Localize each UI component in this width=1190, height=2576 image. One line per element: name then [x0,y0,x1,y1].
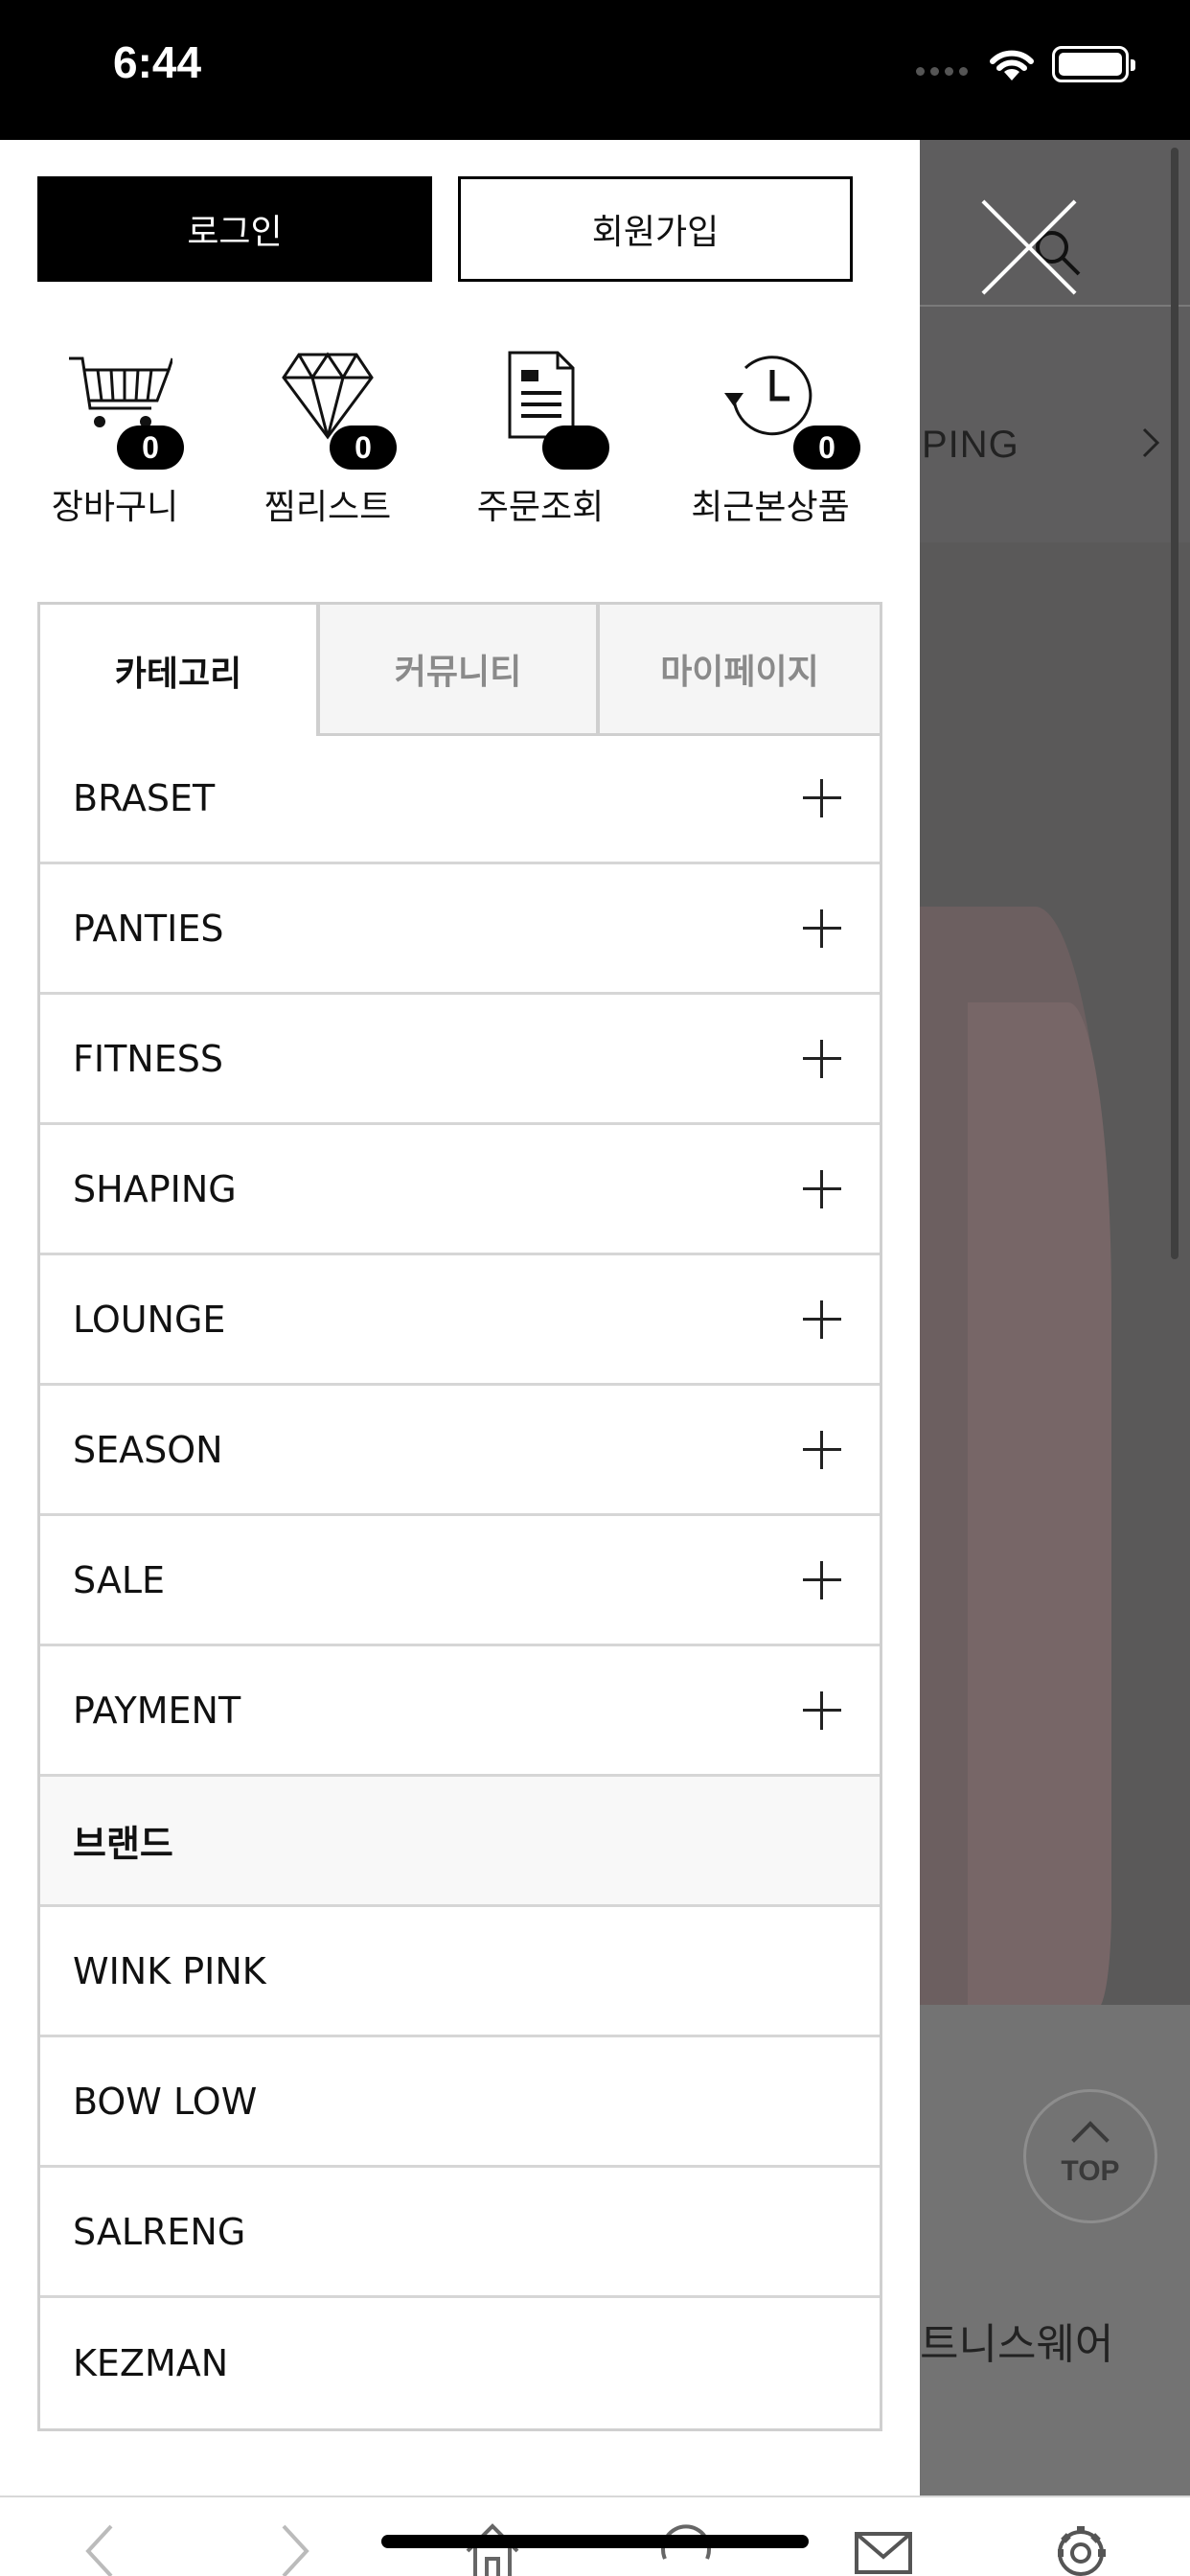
login-button[interactable]: 로그인 [37,176,432,282]
category-item-season[interactable]: SEASON [40,1386,880,1516]
forward-arrow-icon[interactable] [264,2518,326,2576]
signal-dots-icon [916,59,973,79]
chevron-up-icon [1071,2121,1110,2159]
close-icon[interactable] [981,199,1077,295]
back-arrow-icon[interactable] [69,2518,130,2576]
plus-icon[interactable] [803,1560,841,1599]
tab-category[interactable]: 카테고리 [37,602,319,736]
wishlist-count-badge: 0 [330,426,397,470]
chevron-right-icon [1142,427,1160,458]
category-item-fitness[interactable]: FITNESS [40,995,880,1125]
menu-tabs: 카테고리 커뮤니티 마이페이지 [37,602,882,736]
background-page: PING TOP 트니스웨어 [920,140,1190,2497]
background-snippet: 트니스웨어 [920,2320,1114,2369]
background-nav-text: PING [922,424,1019,466]
scrollbar[interactable] [1171,148,1179,1259]
plus-icon[interactable] [803,1690,841,1730]
quick-link-cart[interactable]: 0 장바구니 [10,345,220,537]
category-item-braset[interactable]: BRASET [40,734,880,864]
status-bar: 6:44 [0,0,1190,140]
category-item-shaping[interactable]: SHAPING [40,1125,880,1255]
category-item-payment[interactable]: PAYMENT [40,1646,880,1777]
brand-item-kezman[interactable]: KEZMAN [40,2298,880,2428]
scroll-top-button: TOP [1023,2089,1157,2223]
plus-icon[interactable] [803,1300,841,1339]
quick-link-label: 찜리스트 [263,488,392,527]
plus-icon[interactable] [803,1039,841,1078]
settings-gear-icon[interactable] [1050,2518,1111,2576]
brand-section-header: 브랜드 [40,1777,880,1907]
plus-icon[interactable] [803,778,841,817]
brand-item-salreng[interactable]: SALRENG [40,2168,880,2298]
quick-link-label: 최근본상품 [691,488,850,527]
tab-community[interactable]: 커뮤니티 [317,602,599,736]
orders-count-badge [542,426,609,470]
side-drawer: 로그인 회원가입 0 장바구니 0 찜리스트 주문조회 0 최근본상품 카테고리… [0,140,920,2497]
wifi-icon [990,50,1034,80]
cart-count-badge: 0 [117,426,184,470]
home-indicator [381,2535,809,2548]
brand-item-bow-low[interactable]: BOW LOW [40,2037,880,2168]
plus-icon[interactable] [803,908,841,948]
battery-icon [1052,46,1135,82]
category-list: BRASET PANTIES FITNESS SHAPING LOUNGE SE… [37,734,882,2431]
mail-icon[interactable] [853,2518,914,2576]
tab-mypage[interactable]: 마이페이지 [597,602,882,736]
quick-link-label: 장바구니 [51,488,179,527]
status-time: 6:44 [113,37,202,87]
plus-icon[interactable] [803,1169,841,1208]
quick-link-orders[interactable]: 주문조회 [435,345,646,537]
brand-item-wink-pink[interactable]: WINK PINK [40,1907,880,2037]
plus-icon[interactable] [803,1430,841,1469]
signup-button[interactable]: 회원가입 [458,176,853,282]
category-item-panties[interactable]: PANTIES [40,864,880,995]
quick-link-wishlist[interactable]: 0 찜리스트 [222,345,433,537]
quick-link-label: 주문조회 [476,488,605,527]
quick-link-recent[interactable]: 0 최근본상품 [665,345,876,537]
category-item-sale[interactable]: SALE [40,1516,880,1646]
category-item-lounge[interactable]: LOUNGE [40,1255,880,1386]
recent-count-badge: 0 [793,426,860,470]
